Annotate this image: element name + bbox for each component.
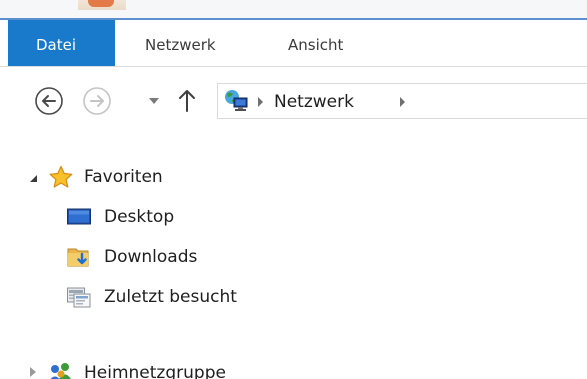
chevron-down-icon[interactable] [149,98,159,104]
downloads-folder-icon [67,248,89,267]
tree-item-recent-places[interactable]: Zuletzt besucht [0,281,300,313]
breadcrumb-network[interactable]: Netzwerk [274,84,354,118]
tree-item-label: Heimnetzgruppe [84,363,226,379]
tab-view[interactable]: Ansicht [288,20,343,66]
tree-item-downloads[interactable]: Downloads [0,241,300,273]
tab-file-label: Datei [36,36,77,54]
expand-arrow-icon[interactable] [30,367,36,377]
tree-item-label: Downloads [104,247,198,267]
tab-network[interactable]: Netzwerk [145,20,216,66]
tree-item-homegroup[interactable]: Heimnetzgruppe [0,357,300,379]
homegroup-icon [50,363,71,379]
tree-item-desktop[interactable]: Desktop [0,201,300,233]
back-arrow-icon[interactable] [34,86,64,116]
forward-arrow-icon[interactable] [82,86,112,116]
recent-places-icon [67,287,91,308]
network-icon [225,90,248,111]
address-bar[interactable]: Netzwerk [217,83,587,119]
desktop-icon [67,208,91,225]
tree-item-favorites[interactable]: Favoriten [0,161,300,193]
breadcrumb-separator-icon[interactable] [258,97,263,107]
expand-arrow-icon[interactable] [30,175,37,182]
tree-item-label: Zuletzt besucht [104,287,237,307]
title-bar [0,0,587,20]
tree-item-label: Favoriten [84,167,163,187]
tree-item-label: Desktop [104,207,175,227]
breadcrumb-separator-icon[interactable] [400,97,405,107]
explorer-window: Datei Netzwerk Ansicht Netzwerk Favorite… [0,0,587,379]
star-icon [49,165,73,188]
up-arrow-icon[interactable] [176,87,198,113]
navigation-pane: Favoriten Desktop Downloads Zuletzt besu… [0,135,587,379]
app-icon [78,0,126,10]
tab-file[interactable]: Datei [8,20,115,66]
navigation-bar: Netzwerk [0,67,587,135]
ribbon-tab-bar: Datei Netzwerk Ansicht [0,20,587,67]
